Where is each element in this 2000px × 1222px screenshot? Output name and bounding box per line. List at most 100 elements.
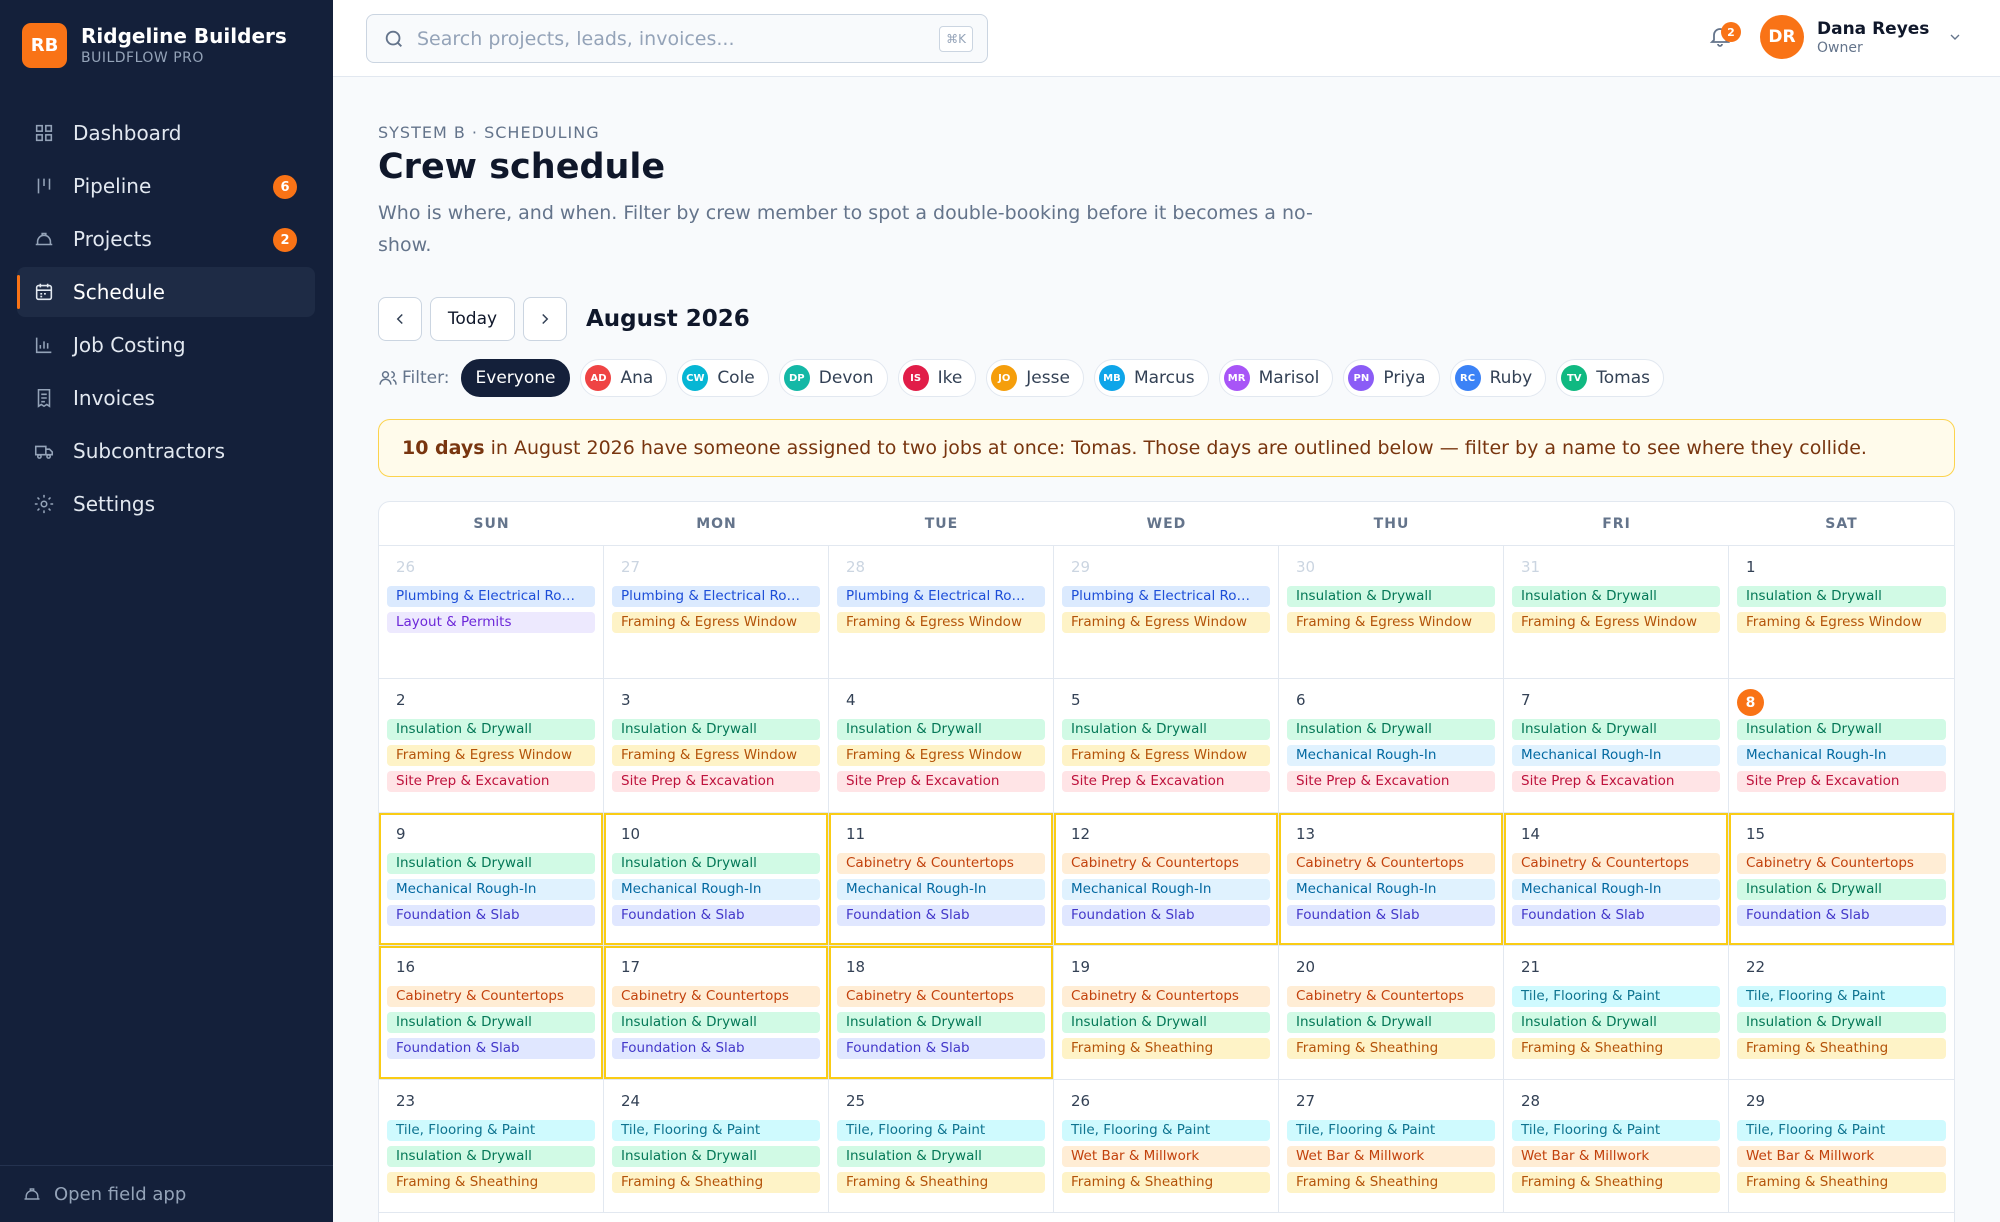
schedule-event[interactable]: Insulation & Drywall	[1737, 878, 1946, 900]
calendar-day[interactable]: 25 Tile, Flooring & Paint Insulation & Dry…	[829, 1079, 1054, 1213]
schedule-event[interactable]: Mechanical Rough-In	[1287, 745, 1495, 767]
schedule-event[interactable]: Insulation & Drywall	[1062, 1012, 1270, 1034]
schedule-event[interactable]: Framing & Egress Window	[1512, 612, 1720, 633]
schedule-event[interactable]: Mechanical Rough-In	[837, 878, 1045, 900]
filter-chip-ike[interactable]: IS Ike	[897, 359, 977, 397]
schedule-event[interactable]: Insulation & Drywall	[1512, 719, 1720, 741]
schedule-event[interactable]: Tile, Flooring & Paint	[1512, 986, 1720, 1008]
schedule-event[interactable]: Site Prep & Excavation	[1512, 771, 1720, 793]
schedule-event[interactable]: Framing & Sheathing	[1062, 1038, 1270, 1060]
schedule-event[interactable]: Plumbing & Electrical Ro…	[387, 586, 595, 607]
search-box[interactable]: ⌘K	[366, 14, 988, 63]
schedule-event[interactable]: Insulation & Drywall	[1737, 719, 1946, 741]
schedule-event[interactable]: Cabinetry & Countertops	[387, 986, 595, 1008]
schedule-event[interactable]: Site Prep & Excavation	[837, 771, 1045, 793]
calendar-day[interactable]: 23 Tile, Flooring & Paint Insulation & Dry…	[379, 1079, 604, 1213]
sidebar-item-invoices[interactable]: Invoices	[17, 373, 315, 423]
filter-chip-priya[interactable]: PN Priya	[1343, 359, 1440, 397]
calendar-day-conflict[interactable]: 11 Cabinetry & Countertops Mechanical Roug…	[829, 812, 1054, 947]
next-month-button[interactable]	[523, 297, 567, 341]
schedule-event[interactable]: Insulation & Drywall	[1287, 1012, 1495, 1034]
filter-chip-devon[interactable]: DP Devon	[778, 359, 888, 397]
filter-chip-marisol[interactable]: MR Marisol	[1218, 359, 1334, 397]
schedule-event[interactable]: Foundation & Slab	[1062, 904, 1270, 926]
calendar-day[interactable]: 6 Insulation & Drywall Mechanical Rough-In…	[1279, 679, 1504, 813]
filter-chip-marcus[interactable]: MB Marcus	[1093, 359, 1209, 397]
calendar-day[interactable]: 26 Tile, Flooring & Paint Wet Bar & Millwo…	[1054, 1079, 1279, 1213]
calendar-day[interactable]: 5 Insulation & Drywall Framing & Egress Wi…	[1054, 679, 1279, 813]
schedule-event[interactable]: Foundation & Slab	[612, 904, 820, 926]
user-menu[interactable]: DR Dana Reyes Owner	[1760, 15, 1963, 59]
schedule-event[interactable]: Mechanical Rough-In	[1287, 878, 1495, 900]
calendar-day[interactable]: 27 Tile, Flooring & Paint Wet Bar & Millwo…	[1279, 1079, 1504, 1213]
calendar-day-conflict[interactable]: 12 Cabinetry & Countertops Mechanical Roug…	[1054, 812, 1279, 947]
schedule-event[interactable]: Mechanical Rough-In	[1062, 878, 1270, 900]
calendar-day[interactable]: 24 Tile, Flooring & Paint Insulation & Dry…	[604, 1079, 829, 1213]
schedule-event[interactable]: Foundation & Slab	[1512, 904, 1720, 926]
schedule-event[interactable]: Foundation & Slab	[837, 904, 1045, 926]
schedule-event[interactable]: Framing & Sheathing	[1062, 1171, 1270, 1193]
schedule-event[interactable]: Tile, Flooring & Paint	[1737, 986, 1946, 1008]
schedule-event[interactable]: Wet Bar & Millwork	[1287, 1145, 1495, 1167]
schedule-event[interactable]: Framing & Sheathing	[1287, 1171, 1495, 1193]
calendar-day[interactable]: 28 Tile, Flooring & Paint Wet Bar & Millwo…	[1504, 1079, 1729, 1213]
calendar-day-conflict[interactable]: 10 Insulation & Drywall Mechanical Rough-I…	[604, 812, 829, 947]
notifications-button[interactable]: 2	[1708, 22, 1741, 54]
calendar-day[interactable]: 28 Plumbing & Electrical Ro… Framing & Egr…	[829, 546, 1054, 680]
schedule-event[interactable]: Wet Bar & Millwork	[1062, 1145, 1270, 1167]
today-button[interactable]: Today	[430, 297, 515, 341]
calendar-day-conflict[interactable]: 17 Cabinetry & Countertops Insulation & Dr…	[604, 946, 829, 1080]
schedule-event[interactable]: Plumbing & Electrical Ro…	[837, 586, 1045, 607]
search-input[interactable]	[417, 27, 917, 50]
schedule-event[interactable]: Framing & Egress Window	[387, 745, 595, 767]
schedule-event[interactable]: Framing & Sheathing	[1737, 1038, 1946, 1060]
schedule-event[interactable]: Mechanical Rough-In	[612, 878, 820, 900]
schedule-event[interactable]: Framing & Sheathing	[1512, 1038, 1720, 1060]
schedule-event[interactable]: Cabinetry & Countertops	[1287, 986, 1495, 1008]
schedule-event[interactable]: Mechanical Rough-In	[1512, 878, 1720, 900]
schedule-event[interactable]: Insulation & Drywall	[837, 1145, 1045, 1167]
schedule-event[interactable]: Mechanical Rough-In	[387, 878, 595, 900]
schedule-event[interactable]: Insulation & Drywall	[1737, 1012, 1946, 1034]
schedule-event[interactable]: Cabinetry & Countertops	[1512, 852, 1720, 874]
schedule-event[interactable]: Cabinetry & Countertops	[837, 986, 1045, 1008]
schedule-event[interactable]: Framing & Egress Window	[1062, 745, 1270, 767]
schedule-event[interactable]: Site Prep & Excavation	[612, 771, 820, 793]
schedule-event[interactable]: Plumbing & Electrical Ro…	[612, 586, 820, 607]
filter-chip-everyone[interactable]: Everyone	[460, 359, 571, 397]
schedule-event[interactable]: Site Prep & Excavation	[1287, 771, 1495, 793]
schedule-event[interactable]: Insulation & Drywall	[1512, 586, 1720, 607]
schedule-event[interactable]: Framing & Egress Window	[837, 745, 1045, 767]
schedule-event[interactable]: Tile, Flooring & Paint	[1287, 1119, 1495, 1141]
filter-chip-tomas[interactable]: TV Tomas	[1556, 359, 1664, 397]
schedule-event[interactable]: Framing & Sheathing	[387, 1171, 595, 1193]
calendar-day[interactable]: 2 Insulation & Drywall Framing & Egress Wi…	[379, 679, 604, 813]
schedule-event[interactable]: Tile, Flooring & Paint	[1512, 1119, 1720, 1141]
schedule-event[interactable]: Cabinetry & Countertops	[612, 986, 820, 1008]
schedule-event[interactable]: Framing & Sheathing	[837, 1171, 1045, 1193]
sidebar-item-schedule[interactable]: Schedule	[17, 267, 315, 317]
schedule-event[interactable]: Insulation & Drywall	[387, 852, 595, 874]
sidebar-item-settings[interactable]: Settings	[17, 479, 315, 529]
schedule-event[interactable]: Foundation & Slab	[1287, 904, 1495, 926]
schedule-event[interactable]: Cabinetry & Countertops	[1062, 986, 1270, 1008]
sidebar-item-projects[interactable]: Projects 2	[17, 214, 315, 264]
schedule-event[interactable]: Tile, Flooring & Paint	[1062, 1119, 1270, 1141]
calendar-day-conflict[interactable]: 16 Cabinetry & Countertops Insulation & Dr…	[379, 946, 604, 1080]
schedule-event[interactable]: Foundation & Slab	[1737, 904, 1946, 926]
schedule-event[interactable]: Insulation & Drywall	[612, 719, 820, 741]
calendar-day[interactable]: 30 Insulation & Drywall Framing & Egress W…	[1279, 546, 1504, 680]
schedule-event[interactable]: Insulation & Drywall	[387, 719, 595, 741]
calendar-day[interactable]: 3 Insulation & Drywall Framing & Egress Wi…	[604, 679, 829, 813]
calendar-day[interactable]: 29 Plumbing & Electrical Ro… Framing & Egr…	[1054, 546, 1279, 680]
calendar-day-conflict[interactable]: 15 Cabinetry & Countertops Insulation & Dr…	[1729, 813, 1954, 947]
schedule-event[interactable]: Foundation & Slab	[612, 1038, 820, 1060]
schedule-event[interactable]: Cabinetry & Countertops	[1062, 852, 1270, 874]
filter-chip-ruby[interactable]: RC Ruby	[1449, 359, 1547, 397]
schedule-event[interactable]: Framing & Egress Window	[1737, 612, 1946, 633]
schedule-event[interactable]: Cabinetry & Countertops	[1737, 852, 1946, 874]
open-field-app-link[interactable]: Open field app	[0, 1165, 333, 1222]
calendar-day[interactable]: 1 Insulation & Drywall Framing & Egress Wi…	[1729, 546, 1954, 680]
schedule-event[interactable]: Framing & Egress Window	[837, 612, 1045, 633]
schedule-event[interactable]: Framing & Egress Window	[612, 745, 820, 767]
